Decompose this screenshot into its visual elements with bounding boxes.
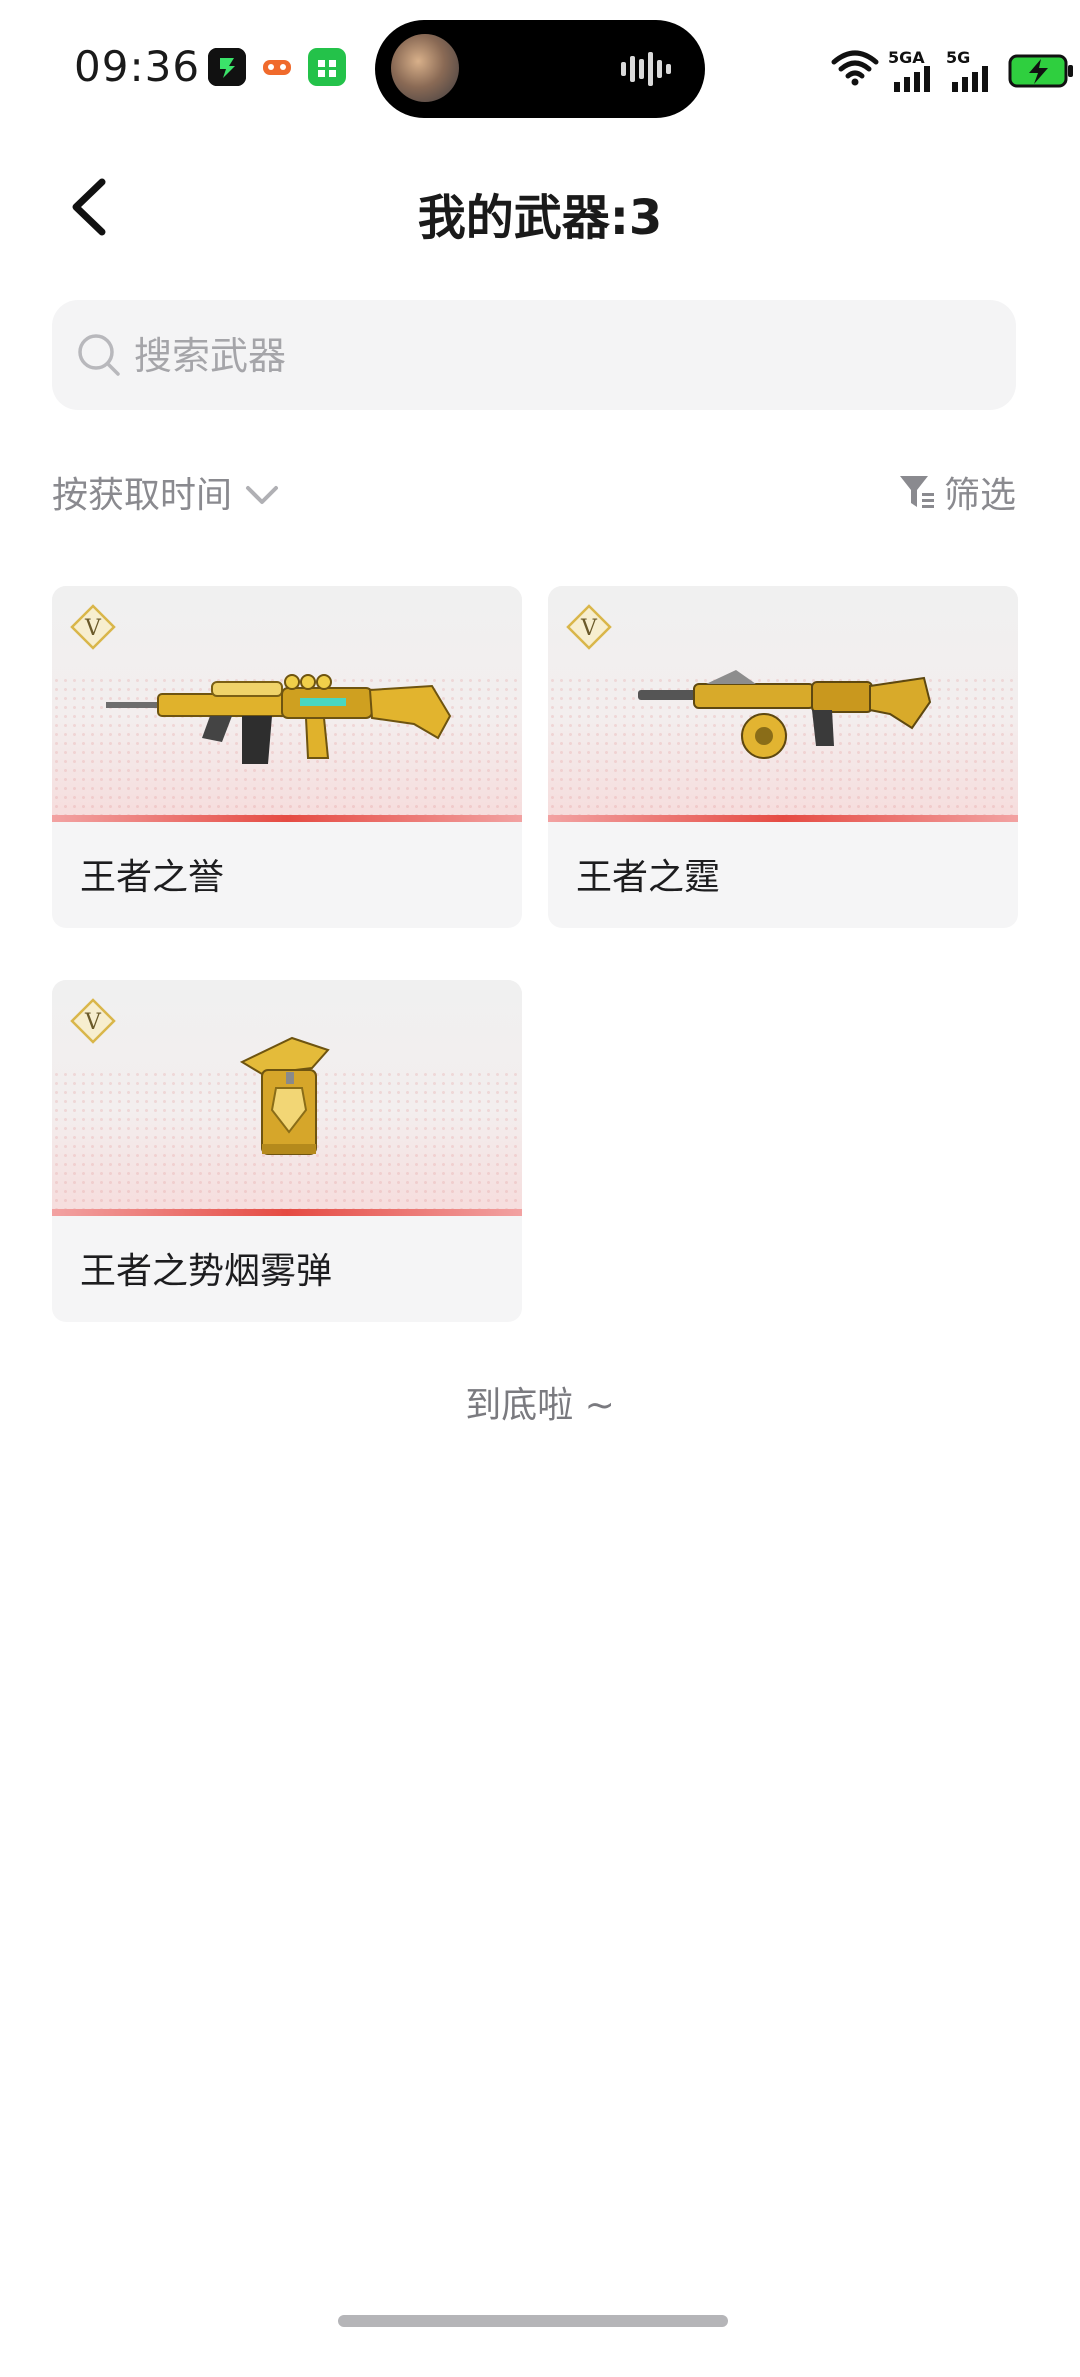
rank-badge-icon: V [566, 604, 612, 650]
weapon-card[interactable]: V 王者之势烟雾弹 [52, 980, 522, 1322]
status-bar: 09:36 5GA 5G [0, 0, 1080, 140]
signal-2-label: 5G [946, 48, 971, 67]
battery-charging-icon [1008, 54, 1073, 88]
rank-badge-letter: V [84, 616, 102, 641]
search-icon [78, 334, 120, 376]
rarity-stripe [548, 815, 1018, 822]
status-time: 09:36 [74, 42, 201, 91]
nav-header: 我的武器:3 [0, 150, 1080, 270]
rank-badge-letter: V [84, 1010, 102, 1035]
weapon-image-area: V [52, 980, 522, 1216]
weapon-image-area: V [52, 586, 522, 822]
status-indicators: 5GA 5G [780, 40, 1080, 100]
home-indicator[interactable] [338, 2315, 728, 2327]
sort-dropdown[interactable]: 按获取时间 [52, 462, 280, 522]
rank-badge-letter: V [580, 616, 598, 641]
rank-badge-icon: V [70, 604, 116, 650]
weapon-name: 王者之誉 [80, 857, 225, 898]
weapon-name: 王者之势烟雾弹 [80, 1251, 333, 1292]
signal-icon [952, 66, 988, 92]
store-icon [308, 48, 346, 86]
avatar [391, 34, 459, 102]
sort-label: 按获取时间 [52, 475, 233, 516]
filter-button[interactable]: 筛选 [898, 462, 1016, 522]
assault-rifle-icon [106, 674, 452, 764]
page-title: 我的武器:3 [417, 190, 663, 246]
weapon-name: 王者之霆 [576, 857, 721, 898]
search-bar[interactable] [52, 300, 1016, 412]
chevron-down-icon [246, 486, 279, 504]
audio-wave-icon [621, 52, 671, 86]
end-of-list-text: 到底啦 ~ [465, 1385, 615, 1426]
signal-1-label: 5GA [888, 48, 925, 67]
weapon-card[interactable]: V 王者之誉 [52, 586, 522, 928]
game-icon [258, 48, 296, 86]
search-input[interactable] [132, 300, 996, 412]
rarity-stripe [52, 815, 522, 822]
signal-icon [894, 66, 930, 92]
wifi-icon [831, 50, 879, 86]
filter-icon [899, 476, 934, 508]
rank-badge-icon: V [70, 998, 116, 1044]
dynamic-island[interactable] [375, 20, 705, 118]
smoke-grenade-icon [239, 1036, 330, 1155]
rarity-stripe [52, 1209, 522, 1216]
machine-gun-icon [638, 670, 932, 759]
app-green-icon [208, 48, 246, 86]
filter-label: 筛选 [943, 475, 1016, 516]
weapon-image-area: V [548, 586, 1018, 822]
weapon-card[interactable]: V 王者之霆 [548, 586, 1018, 928]
